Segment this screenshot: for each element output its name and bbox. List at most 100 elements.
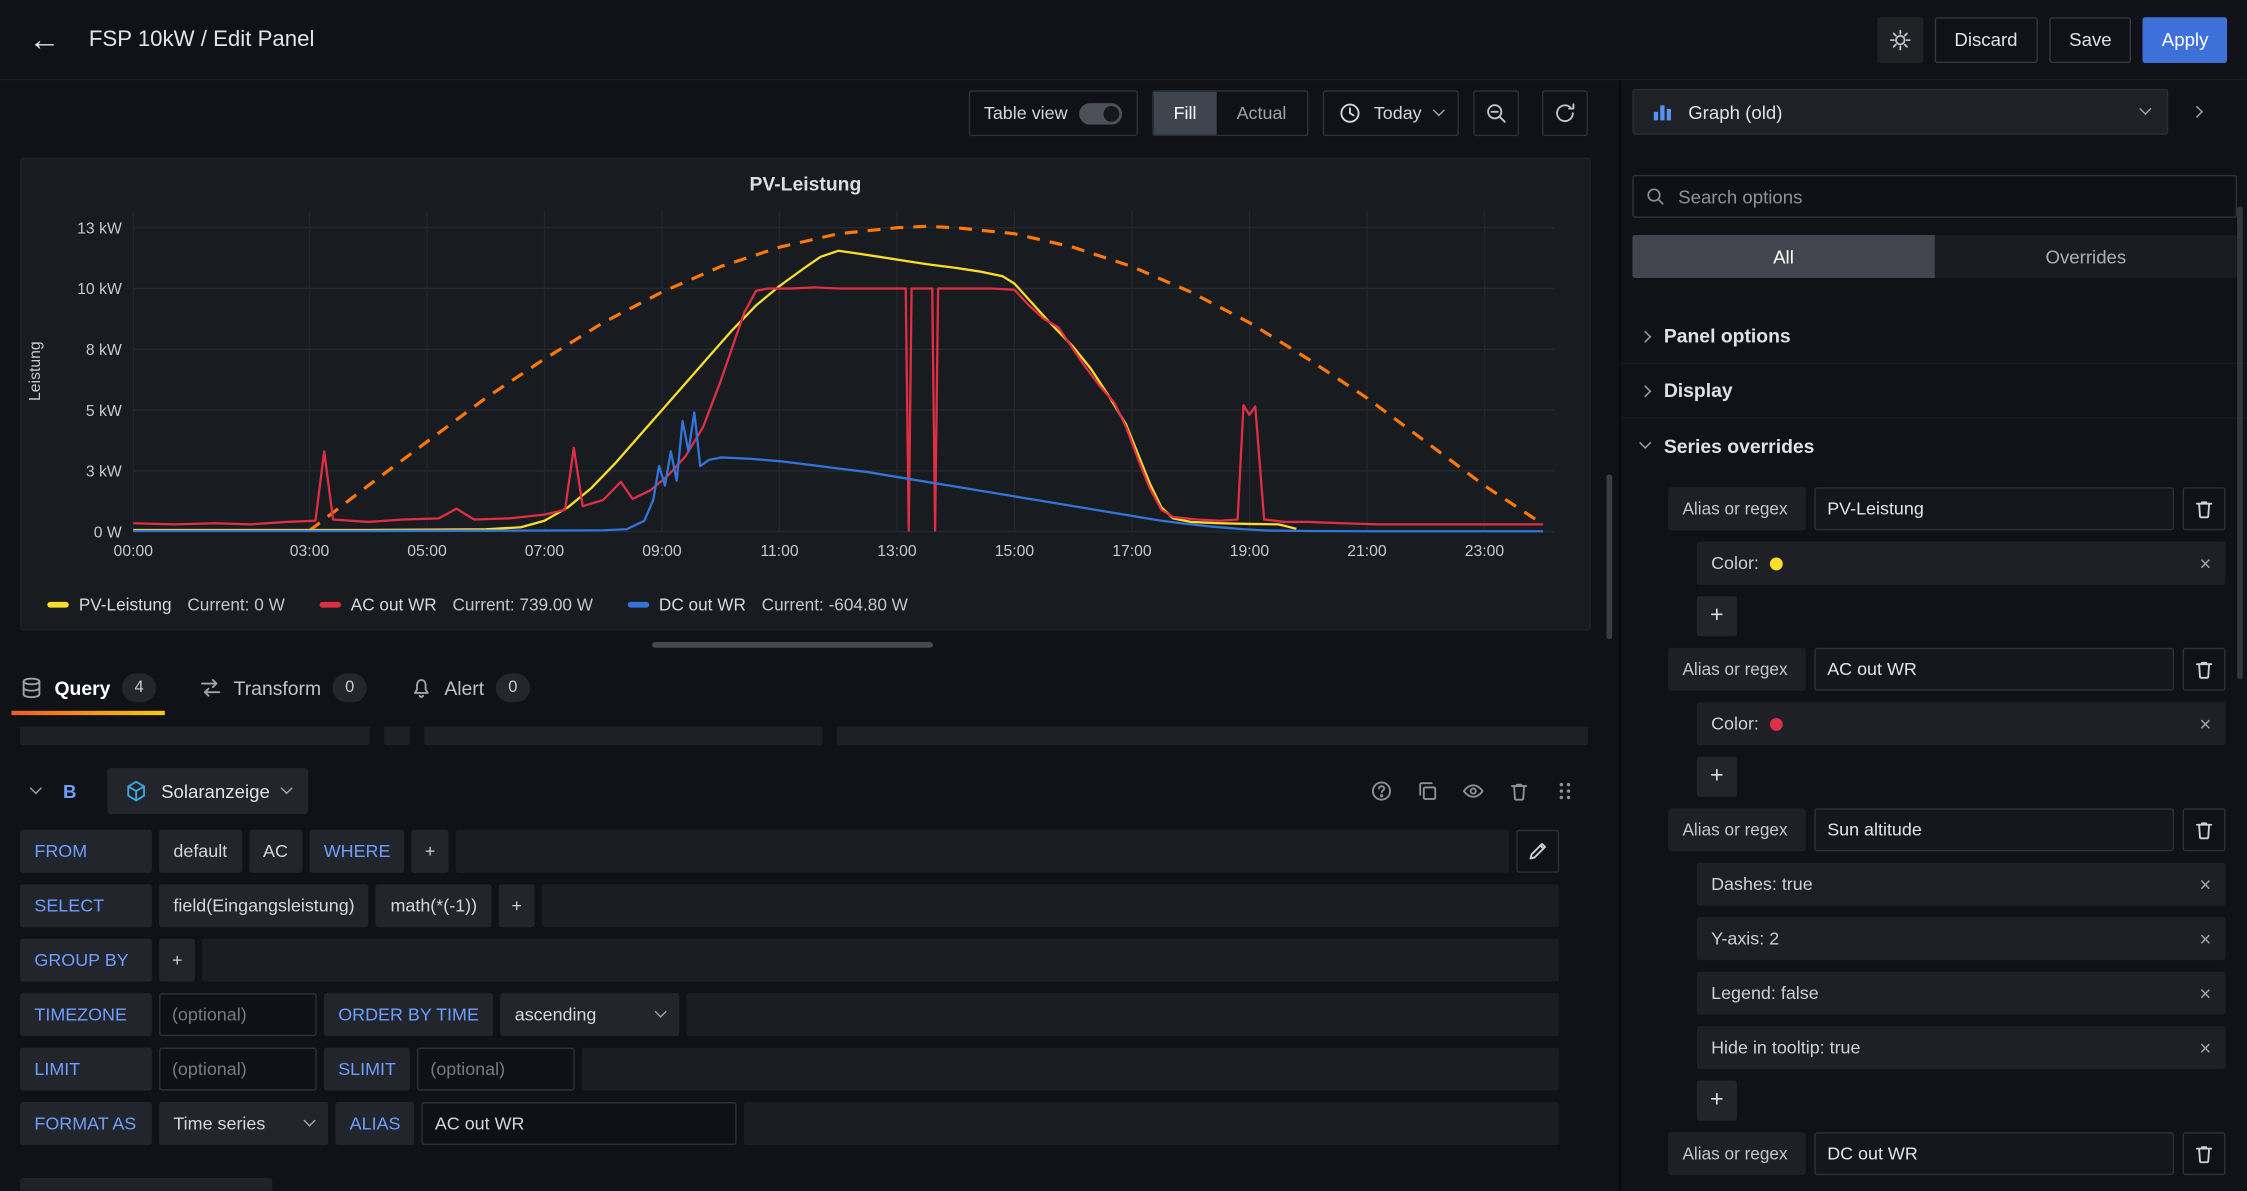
search-minus-icon [1485, 102, 1508, 125]
override-row-sun-altitude: Alias or regex [1668, 808, 2225, 851]
slimit-label: SLIMIT [324, 1048, 410, 1091]
legend-item-pv-leistung[interactable]: PV-Leistung Current: 0 W [47, 595, 285, 615]
time-range-picker[interactable]: Today [1322, 90, 1459, 136]
tab-alert[interactable]: Alert 0 [410, 674, 530, 716]
pv-chart[interactable]: 0 W3 kW5 kW8 kW10 kW13 kW00:0003:0005:00… [21, 199, 1589, 583]
format-as-select[interactable]: Time series [159, 1102, 328, 1145]
order-by-select[interactable]: ascending [500, 993, 679, 1036]
options-search-input[interactable] [1675, 184, 2224, 208]
section-panel-options[interactable]: Panel options [1621, 310, 2247, 364]
remove-property-icon[interactable]: × [2200, 712, 2212, 735]
delete-override-button[interactable] [2183, 1132, 2226, 1175]
legend-item-ac-out-wr[interactable]: AC out WR Current: 739.00 W [319, 595, 593, 615]
order-by-time-label: ORDER BY TIME [324, 993, 493, 1036]
tab-transform[interactable]: Transform 0 [199, 674, 367, 716]
from-label: FROM [20, 830, 152, 873]
toggle-text-edit-button[interactable] [1516, 830, 1559, 873]
trash-icon [2193, 1142, 2216, 1165]
datasource-picker[interactable]: Solaranzeige [108, 768, 308, 814]
override-alias-input[interactable] [1814, 648, 2174, 691]
collapse-query-icon[interactable] [30, 782, 42, 794]
limit-input[interactable] [159, 1048, 317, 1091]
svg-text:8 kW: 8 kW [86, 342, 122, 359]
query-count-badge: 4 [122, 674, 156, 703]
zoom-out-button[interactable] [1473, 90, 1519, 136]
tab-query[interactable]: Query 4 [20, 674, 156, 716]
select-math-segment[interactable]: math(*(-1)) [376, 884, 491, 927]
visualization-picker[interactable]: Graph (old) [1632, 89, 2168, 135]
tab-overrides[interactable]: Overrides [1935, 235, 2237, 278]
drag-query-handle[interactable] [1553, 780, 1576, 803]
group-by-add-button[interactable]: + [159, 939, 195, 982]
override-alias-input[interactable] [1814, 808, 2174, 851]
row-filler [455, 830, 1509, 873]
remove-property-icon[interactable]: × [2200, 1036, 2212, 1059]
from-database-segment[interactable]: default [159, 830, 241, 873]
table-view-toggle[interactable] [1079, 102, 1122, 123]
refresh-button[interactable] [1542, 90, 1588, 136]
svg-text:Leistung: Leistung [27, 341, 44, 401]
slimit-input[interactable] [417, 1048, 575, 1091]
chevron-down-icon [2139, 103, 2151, 115]
delete-override-button[interactable] [2183, 648, 2226, 691]
legend-swatch [47, 602, 68, 608]
override-alias-input[interactable] [1814, 1132, 2174, 1175]
discard-button[interactable]: Discard [1934, 16, 2037, 62]
options-scrollbar-thumb[interactable] [2237, 206, 2243, 679]
fill-button[interactable]: Fill [1154, 92, 1217, 135]
override-row-pv-leistung: Alias or regex [1668, 487, 2225, 530]
legend-item-dc-out-wr[interactable]: DC out WR Current: -604.80 W [627, 595, 908, 615]
clock-icon [1338, 102, 1361, 125]
select-field-segment[interactable]: field(Eingangsleistung) [159, 884, 369, 927]
datasource-icon [125, 780, 148, 803]
collapse-pane-button[interactable] [2177, 89, 2217, 135]
section-series-overrides[interactable]: Series overrides [1621, 418, 2247, 472]
override-property-color: Color: × [1697, 702, 2226, 745]
delete-query-button[interactable] [1508, 780, 1531, 803]
from-measurement-segment[interactable]: AC [249, 830, 303, 873]
horizontal-scrollbar-thumb[interactable] [652, 642, 933, 648]
save-button[interactable]: Save [2049, 16, 2132, 62]
svg-text:21:00: 21:00 [1347, 543, 1387, 560]
svg-text:13:00: 13:00 [877, 543, 917, 560]
panel-settings-button[interactable] [1877, 16, 1923, 62]
disable-query-button[interactable] [1462, 780, 1485, 803]
add-override-property-button[interactable]: + [1697, 1081, 1737, 1121]
remove-property-icon[interactable]: × [2200, 552, 2212, 575]
apply-button[interactable]: Apply [2143, 16, 2227, 62]
alias-input[interactable] [422, 1102, 737, 1145]
tab-all[interactable]: All [1632, 235, 1934, 278]
svg-text:11:00: 11:00 [760, 543, 798, 560]
override-row-ac-out-wr: Alias or regex [1668, 648, 2225, 691]
svg-text:19:00: 19:00 [1230, 543, 1270, 560]
delete-override-button[interactable] [2183, 808, 2226, 851]
timezone-input[interactable] [159, 993, 317, 1036]
color-swatch[interactable] [1770, 717, 1783, 730]
actual-button[interactable]: Actual [1217, 92, 1307, 135]
delete-override-button[interactable] [2183, 487, 2226, 530]
override-alias-input[interactable] [1814, 487, 2174, 530]
alert-count-badge: 0 [496, 674, 530, 703]
duplicate-query-button[interactable] [1416, 780, 1439, 803]
add-override-property-button[interactable]: + [1697, 757, 1737, 797]
section-display[interactable]: Display [1621, 364, 2247, 418]
add-override-property-button[interactable]: + [1697, 596, 1737, 636]
where-label[interactable]: WHERE [309, 830, 404, 873]
options-pane: Graph (old) All Overrides Panel options … [1619, 80, 2247, 1191]
vertical-scrollbar-thumb[interactable] [1607, 474, 1613, 639]
header-actions: Discard Save Apply [1877, 16, 2227, 62]
remove-property-icon[interactable]: × [2200, 927, 2212, 950]
legend-swatch [627, 602, 648, 608]
where-add-button[interactable]: + [412, 830, 448, 873]
remove-property-icon[interactable]: × [2200, 982, 2212, 1005]
influx-query-editor: FROM default AC WHERE + SELECT field(Ein… [20, 830, 1559, 1145]
override-property-hide-in-tooltip: Hide in tooltip: true × [1697, 1026, 2226, 1069]
svg-text:03:00: 03:00 [290, 543, 330, 560]
query-help-button[interactable] [1370, 780, 1393, 803]
color-swatch[interactable] [1770, 557, 1783, 570]
svg-text:07:00: 07:00 [525, 543, 565, 560]
override-row-dc-out-wr: Alias or regex [1668, 1132, 2225, 1175]
remove-property-icon[interactable]: × [2200, 873, 2212, 896]
select-add-button[interactable]: + [499, 884, 535, 927]
back-arrow-icon[interactable]: ← [20, 24, 74, 56]
